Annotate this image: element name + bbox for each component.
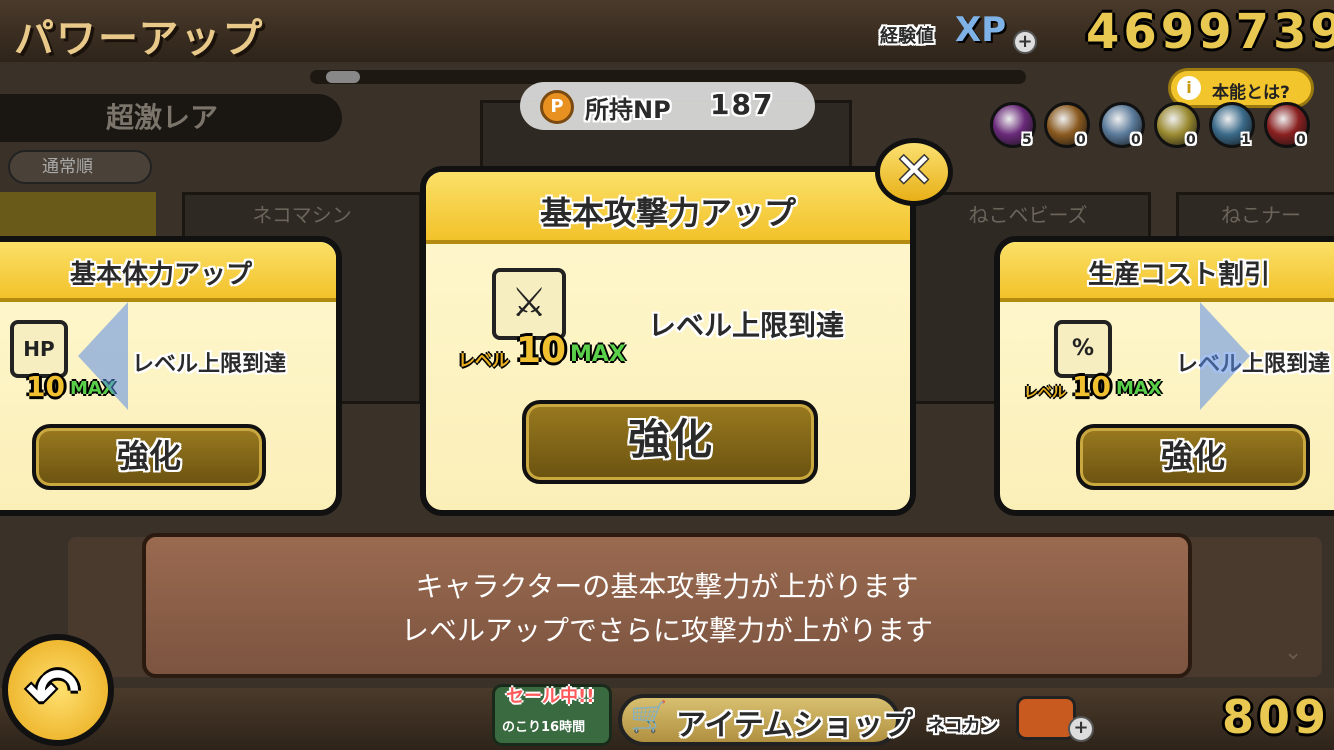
catfood-plus-button[interactable]: + — [1068, 716, 1094, 742]
upgrade-button-label: 強化 — [627, 415, 712, 464]
upgrade-button[interactable]: 強化 — [32, 424, 266, 490]
level-max: MAX — [570, 342, 626, 367]
upgrade-card-attack[interactable]: 基本攻撃力アップ ⚔ レベル 10 MAX レベル上限到達 強化 — [420, 166, 916, 516]
card-header: 基本体力アップ — [0, 242, 336, 302]
level-status: レベル上限到達 — [648, 309, 845, 342]
close-icon: ✕ — [894, 143, 934, 197]
info-icon: i — [1177, 76, 1201, 100]
level-value: 10 — [26, 370, 65, 403]
np-label: 所持NP — [585, 96, 671, 124]
background-card-selected — [0, 192, 156, 242]
catfood-can-icon — [1016, 696, 1076, 740]
level-label: レベル — [1024, 385, 1066, 401]
upgrade-button[interactable]: 強化 — [1076, 424, 1310, 490]
back-arrow-icon: ↶ — [26, 656, 80, 730]
chevron-down-icon[interactable]: ⌄ — [1284, 640, 1302, 665]
np-coin-icon: P — [540, 90, 574, 124]
level-value: 10 — [516, 330, 567, 371]
background-card-label: ネコマシン — [252, 203, 352, 227]
level-max: MAX — [1116, 378, 1162, 399]
page-title: パワーアップ — [14, 16, 265, 62]
description-box: キャラクターの基本攻撃力が上がります レベルアップでさらに攻撃力が上がります — [142, 533, 1192, 678]
level-label: レベル — [458, 351, 509, 371]
description-line: キャラクターの基本攻撃力が上がります — [415, 570, 919, 603]
upgrade-button-label: 強化 — [116, 437, 181, 475]
card-header: 基本攻撃力アップ — [426, 172, 910, 244]
orb-count: 0 — [1186, 132, 1196, 148]
card-title: 基本攻撃力アップ — [539, 194, 796, 232]
description-line: レベルアップでさらに攻撃力が上がります — [400, 614, 933, 647]
upgrade-card-cost[interactable]: 生産コスト割引 % レベル 10 MAX レベル上限到達 強化 — [994, 236, 1334, 516]
rarity-tab[interactable]: 超激レア — [0, 94, 342, 142]
orb-count: 0 — [1131, 132, 1141, 148]
card-header: 生産コスト割引 — [1000, 242, 1334, 302]
xp-plus-button[interactable]: + — [1013, 30, 1037, 54]
scroll-left-arrow-icon[interactable] — [78, 302, 128, 410]
item-shop-label: アイテムショップ — [676, 708, 913, 743]
orb-count: 1 — [1241, 132, 1251, 148]
sale-label: セール中!! — [506, 686, 595, 707]
np-value: 187 — [710, 88, 775, 121]
orb-count: 0 — [1076, 132, 1086, 148]
cart-icon: 🛒 — [630, 700, 668, 735]
catfood-label: ネコカン — [927, 716, 999, 737]
close-button[interactable]: ✕ — [875, 138, 953, 206]
catfood-value: 809 — [1222, 690, 1331, 744]
scrollbar-thumb[interactable] — [326, 71, 360, 83]
xp-value: 4699739 — [1086, 4, 1334, 60]
back-button[interactable]: ↶ — [2, 634, 114, 746]
orb-count: 5 — [1022, 132, 1032, 148]
card-title: 生産コスト割引 — [1088, 260, 1271, 290]
level-status: レベル上限到達 — [132, 352, 287, 377]
upgrade-button-label: 強化 — [1160, 437, 1225, 475]
upgrade-button[interactable]: 強化 — [522, 400, 818, 484]
upgrade-card-hp[interactable]: 基本体力アップ HP 10 MAX レベル上限到達 強化 — [0, 236, 342, 516]
card-title: 基本体力アップ — [69, 260, 252, 290]
background-card-label: ねこベビーズ — [968, 203, 1088, 227]
sort-button[interactable]: 通常順 — [8, 150, 152, 184]
instinct-info-label: 本能とは? — [1212, 83, 1290, 103]
scroll-right-arrow-icon[interactable] — [1200, 302, 1250, 410]
xp-icon: XP — [955, 10, 1007, 50]
level-value: 10 — [1072, 370, 1111, 403]
sale-time-remaining: のこり16時間 — [502, 720, 586, 735]
orb-count: 0 — [1296, 132, 1306, 148]
background-card-label: ねこナー — [1221, 203, 1301, 227]
top-bar: パワーアップ 経験値 XP + 4699739 — [0, 0, 1334, 62]
xp-label: 経験値 — [880, 26, 934, 47]
